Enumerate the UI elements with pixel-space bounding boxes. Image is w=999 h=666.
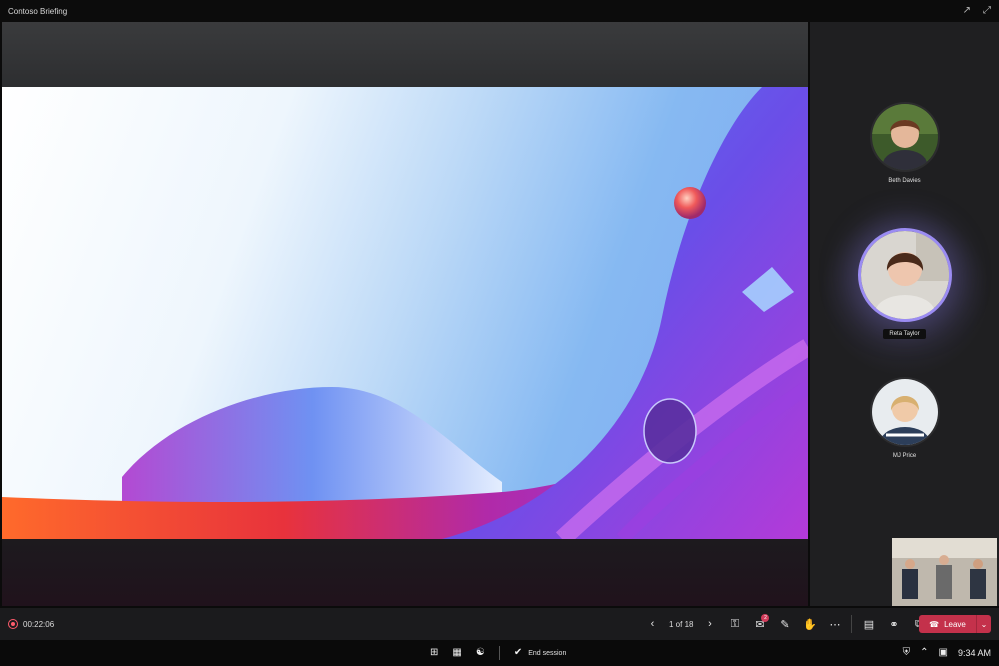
end-session-label: End session — [528, 649, 567, 657]
raise-hand-icon[interactable]: ✋ — [797, 608, 822, 640]
chevron-up-icon[interactable]: ⌃ — [920, 648, 928, 658]
clock[interactable]: 9:34 AM — [958, 648, 991, 658]
expand-icon[interactable]: ⤢ — [983, 6, 991, 16]
participant-mj-price[interactable]: MJ Price — [810, 377, 999, 459]
chevron-down-icon[interactable]: ⌄ — [976, 615, 991, 633]
recording-icon — [8, 619, 18, 629]
camera-icon[interactable]: ▤ — [856, 608, 881, 640]
slide-pager: 1 of 18 — [669, 619, 694, 629]
reactions-icon[interactable]: ✎ — [772, 608, 797, 640]
meeting-control-bar: 00:22:06 ‹ 1 of 18 › ⚿ ✉ 2 ✎ ✋ ⋯ ▤ ⚭ ⧉ ☎… — [0, 608, 999, 640]
participant-name: Reta Taylor — [883, 329, 926, 339]
shield-icon[interactable]: ⛨ — [903, 648, 911, 658]
previous-slide-button[interactable]: ‹ — [640, 608, 665, 640]
network-icon[interactable]: ▣ — [939, 648, 948, 658]
window-title: Contoso Briefing — [8, 6, 68, 16]
taskbar-center: ⊞ ▦ ☯ ✔ End session — [430, 640, 566, 666]
participant-name: Beth Davies — [888, 178, 921, 184]
recording-timer: 00:22:06 — [8, 619, 54, 629]
timer-text: 00:22:06 — [23, 619, 55, 629]
self-view-video[interactable] — [892, 538, 997, 606]
divider — [851, 615, 853, 633]
phone-hangup-icon: ☎ — [929, 619, 940, 629]
leave-label: Leave — [944, 619, 966, 629]
chat-badge: 2 — [761, 614, 770, 622]
task-view-icon[interactable]: ▦ — [452, 648, 461, 658]
system-tray: ⛨ ⌃ ▣ 9:34 AM — [903, 640, 991, 666]
slide-artwork — [2, 87, 808, 539]
window-icons: ↗ ⤢ — [963, 6, 991, 16]
teams-icon[interactable]: ☯ — [476, 648, 485, 658]
taskbar: ⊞ ▦ ☯ ✔ End session ⛨ ⌃ ▣ 9:34 AM — [0, 640, 999, 666]
chat-button[interactable]: ✉ 2 — [747, 608, 772, 640]
check-circle-icon: ✔ — [513, 647, 523, 658]
microphone-icon[interactable]: ⚭ — [881, 608, 906, 640]
shared-slide — [2, 87, 808, 539]
avatar — [857, 228, 952, 322]
more-options-icon[interactable]: ⋯ — [822, 608, 847, 640]
leave-main[interactable]: ☎ Leave — [919, 620, 976, 629]
avatar — [869, 377, 940, 447]
leave-button[interactable]: ☎ Leave ⌄ — [919, 615, 991, 633]
participant-reta-taylor[interactable]: Reta Taylor — [810, 228, 999, 340]
pin-icon[interactable]: ↗ — [963, 6, 971, 16]
avatar — [869, 102, 940, 172]
people-icon[interactable]: ⚿ — [722, 608, 747, 640]
divider — [498, 646, 500, 660]
participant-beth-davies[interactable]: Beth Davies — [810, 102, 999, 184]
participant-roster: Beth Davies Reta Taylor MJ Price — [810, 22, 999, 606]
title-bar: Contoso Briefing ↗ ⤢ — [0, 0, 999, 22]
participant-name: MJ Price — [892, 453, 917, 459]
next-slide-button[interactable]: › — [697, 608, 722, 640]
meeting-controls: ‹ 1 of 18 › ⚿ ✉ 2 ✎ ✋ ⋯ ▤ ⚭ ⧉ — [640, 608, 931, 640]
end-session-button[interactable]: ✔ End session — [514, 648, 567, 658]
windows-start-icon[interactable]: ⊞ — [430, 648, 438, 658]
